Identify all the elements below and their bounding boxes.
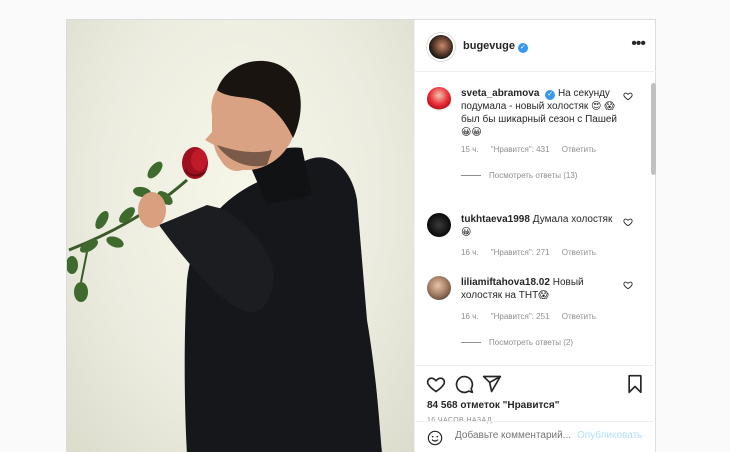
comment-text-block: liliamiftahova18.02 Новый холостяк на ТН…	[461, 276, 619, 302]
comment-text-block: sveta_abramova ✓ На секунду подумала - н…	[461, 87, 619, 139]
comment-time[interactable]: 16 ч.	[461, 312, 479, 321]
comment-item: tukhtaeva1998 Думала холостяк 😀 16 ч. "Н…	[415, 213, 647, 273]
comment-heart-icon[interactable]	[623, 91, 633, 101]
commenter-username[interactable]: liliamiftahova18.02	[461, 277, 550, 288]
comment-meta: 15 ч. "Нравится": 431 Ответить	[461, 145, 606, 154]
likes-count[interactable]: 84 568 отметок "Нравится"	[427, 400, 559, 411]
comment-text-block: tukhtaeva1998 Думала холостяк 😀	[461, 213, 619, 239]
comment-time[interactable]: 15 ч.	[461, 145, 479, 154]
heart-icon[interactable]	[426, 374, 446, 394]
commenter-avatar[interactable]	[427, 213, 451, 237]
comment-heart-icon[interactable]	[623, 217, 633, 227]
author-avatar[interactable]	[427, 33, 455, 61]
commenter-avatar[interactable]	[427, 276, 451, 300]
comment-icon[interactable]	[454, 374, 474, 394]
comment-likes[interactable]: "Нравится": 431	[491, 145, 550, 154]
comment-likes[interactable]: "Нравится": 271	[491, 248, 550, 257]
comment-meta: 16 ч. "Нравится": 271 Ответить	[461, 248, 606, 257]
share-icon[interactable]	[482, 374, 502, 394]
instagram-post: bugevuge ✓ ••• sveta_abramova ✓ На секунд…	[66, 19, 657, 452]
reply-button[interactable]: Ответить	[562, 248, 596, 257]
bookmark-icon[interactable]	[625, 374, 645, 394]
more-options-icon[interactable]: •••	[631, 36, 646, 52]
comment-input[interactable]	[455, 430, 575, 441]
comment-item: sveta_abramova ✓ На секунду подумала - н…	[415, 87, 647, 217]
comment-item: liliamiftahova18.02 Новый холостяк на ТН…	[415, 276, 647, 365]
post-photo[interactable]	[67, 20, 414, 452]
author-username-text[interactable]: bugevuge	[463, 40, 515, 52]
author-username[interactable]: bugevuge ✓	[463, 40, 528, 53]
view-replies-button[interactable]: Посмотреть ответы (13)	[461, 171, 577, 180]
publish-button[interactable]: Опубликовать	[577, 430, 642, 441]
add-comment-bar: Опубликовать	[415, 421, 657, 452]
post-side-panel: bugevuge ✓ ••• sveta_abramova ✓ На секунд…	[414, 20, 657, 452]
comment-likes[interactable]: "Нравится": 251	[491, 312, 550, 321]
comment-heart-icon[interactable]	[623, 280, 633, 290]
comment-time[interactable]: 16 ч.	[461, 248, 479, 257]
comment-meta: 16 ч. "Нравится": 251 Ответить	[461, 312, 606, 321]
reply-button[interactable]: Ответить	[562, 145, 596, 154]
smile-icon[interactable]	[427, 430, 443, 446]
commenter-username[interactable]: sveta_abramova	[461, 88, 539, 99]
commenter-avatar[interactable]	[427, 87, 451, 111]
comments-scrollbar[interactable]	[651, 83, 656, 175]
post-header: bugevuge ✓ •••	[415, 20, 657, 72]
verified-badge-icon: ✓	[545, 90, 556, 100]
verified-badge-icon: ✓	[517, 43, 528, 53]
view-replies-button[interactable]: Посмотреть ответы (2)	[461, 338, 573, 347]
commenter-username[interactable]: tukhtaeva1998	[461, 214, 530, 225]
reply-button[interactable]: Ответить	[562, 312, 596, 321]
post-photo-illustration	[67, 60, 382, 452]
comments-list: sveta_abramova ✓ На секунду подумала - н…	[415, 73, 657, 365]
